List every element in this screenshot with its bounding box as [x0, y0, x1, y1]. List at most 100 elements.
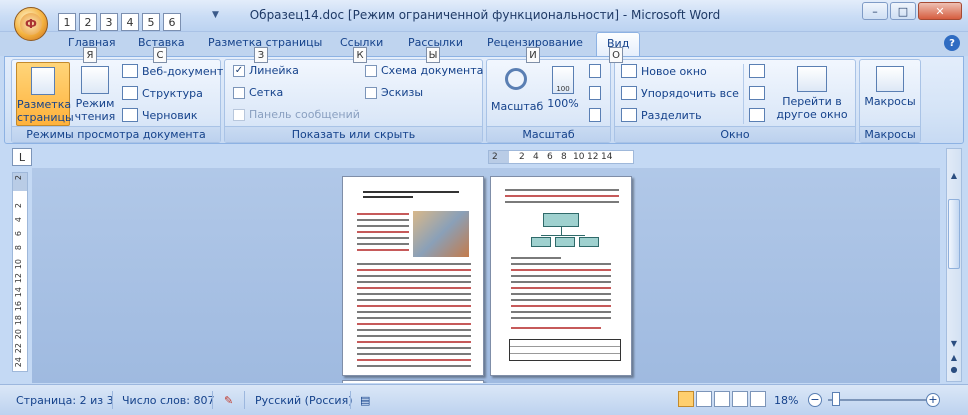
- status-web-icon[interactable]: [714, 391, 730, 407]
- zoom-100-button[interactable]: 100 100%: [543, 62, 583, 126]
- group-macros: Макросы Макросы: [859, 59, 921, 143]
- document-page-2[interactable]: [490, 176, 632, 376]
- hruler-tick: 2: [492, 152, 498, 162]
- vruler-tick: 16: [14, 301, 23, 312]
- scroll-down-icon[interactable]: ▼: [947, 339, 961, 348]
- document-canvas[interactable]: [32, 168, 940, 383]
- horizontal-ruler[interactable]: 2 2 4 6 8 10 12 14: [488, 150, 634, 164]
- tab-selector[interactable]: L: [12, 148, 32, 166]
- page-layout-view-button[interactable]: Разметка страницы: [16, 62, 74, 126]
- hruler-tick: 14: [601, 152, 613, 162]
- doc-map-checkbox[interactable]: Схема документа: [365, 64, 483, 77]
- proofing-error-icon[interactable]: ✎: [224, 394, 233, 407]
- page-text-line: [505, 201, 619, 203]
- zoom-out-icon[interactable]: −: [808, 393, 822, 407]
- qat-keytip-2[interactable]: 2: [79, 13, 97, 31]
- status-draft-icon[interactable]: [750, 391, 766, 407]
- qat-keytip-3[interactable]: 3: [100, 13, 118, 31]
- vertical-ruler[interactable]: 2 2 4 6 8 10 12 14 16 18 20 22 24: [12, 172, 28, 372]
- new-window-button[interactable]: Новое окно: [621, 64, 707, 78]
- browse-object-icon[interactable]: ●: [947, 365, 961, 374]
- vruler-tick: 4: [14, 217, 23, 223]
- zoom-in-icon[interactable]: +: [926, 393, 940, 407]
- reset-window-button[interactable]: [749, 108, 765, 122]
- org-chart-diagram: [541, 235, 585, 236]
- zoom-100-label: 100%: [547, 97, 579, 110]
- maximize-button[interactable]: □: [890, 2, 916, 20]
- zoom-button[interactable]: Масштаб: [491, 62, 543, 126]
- page-text-line: [357, 347, 471, 349]
- group-document-views: Разметка страницы Режим чтения Веб-докум…: [11, 59, 223, 143]
- draft-button[interactable]: Черновик: [122, 108, 198, 122]
- keytip-home: Я: [83, 47, 97, 63]
- status-language[interactable]: Русский (Россия): [255, 394, 353, 407]
- status-page[interactable]: Страница: 2 из 3: [16, 394, 114, 407]
- ruler-checkbox[interactable]: ✓ Линейка: [233, 64, 299, 77]
- macros-button[interactable]: Макросы: [862, 62, 918, 126]
- office-button[interactable]: Ф: [14, 7, 48, 41]
- side-by-side-icon: [749, 64, 765, 78]
- page-width-button[interactable]: [589, 108, 601, 122]
- status-reading-icon[interactable]: [696, 391, 712, 407]
- minimize-button[interactable]: –: [862, 2, 888, 20]
- sync-scroll-icon: [749, 86, 765, 100]
- globe-icon: [122, 64, 138, 78]
- group-label-macros: Макросы: [860, 126, 920, 142]
- vertical-scrollbar[interactable]: ▲ ▼ ▲ ●: [946, 148, 962, 382]
- prev-page-icon[interactable]: ▲: [947, 353, 961, 362]
- qat-keytip-1[interactable]: 1: [58, 13, 76, 31]
- document-page-3[interactable]: [342, 380, 484, 383]
- page-width-icon: [589, 108, 601, 122]
- two-pages-button[interactable]: [589, 86, 601, 100]
- reading-view-button[interactable]: Режим чтения: [72, 62, 118, 126]
- document-page-1[interactable]: [342, 176, 484, 376]
- macro-record-icon[interactable]: ▤: [360, 394, 370, 407]
- split-button[interactable]: Разделить: [621, 108, 702, 122]
- page-text-line: [511, 305, 611, 307]
- hruler-tick: 10: [573, 152, 585, 162]
- one-page-button[interactable]: [589, 64, 601, 78]
- sync-scroll-button[interactable]: [749, 86, 765, 100]
- page-text-line: [511, 311, 611, 313]
- page-text-line: [357, 359, 471, 361]
- page-text-line: [505, 195, 619, 197]
- view-side-by-side-button[interactable]: [749, 64, 765, 78]
- qat-keytip-6[interactable]: 6: [163, 13, 181, 31]
- scrollbar-thumb[interactable]: [948, 199, 960, 269]
- page-text-line: [357, 263, 471, 265]
- ribbon: Разметка страницы Режим чтения Веб-докум…: [4, 56, 964, 144]
- page-text-line: [511, 299, 611, 301]
- page-text-line: [357, 287, 471, 289]
- page-text-line: [357, 323, 471, 325]
- arrange-all-button[interactable]: Упорядочить все: [621, 86, 739, 100]
- page-text-line: [357, 237, 409, 239]
- vruler-tick: 22: [14, 343, 23, 354]
- web-layout-button[interactable]: Веб-документ: [122, 64, 223, 78]
- help-icon[interactable]: ?: [944, 35, 960, 51]
- zoom-slider[interactable]: [828, 399, 926, 401]
- qat-customize-icon[interactable]: ▼: [212, 10, 219, 20]
- macros-icon: [876, 66, 904, 92]
- status-outline-icon[interactable]: [732, 391, 748, 407]
- doc-map-check-box: [365, 64, 377, 77]
- zoom-slider-thumb[interactable]: [832, 392, 840, 406]
- hruler-tick: 4: [533, 152, 539, 162]
- gridlines-checkbox[interactable]: Сетка: [233, 86, 283, 99]
- org-chart-diagram: [579, 237, 599, 247]
- status-word-count[interactable]: Число слов: 807: [122, 394, 215, 407]
- qat-keytip-5[interactable]: 5: [142, 13, 160, 31]
- page-table: [509, 339, 621, 361]
- new-window-label: Новое окно: [641, 64, 707, 78]
- close-button[interactable]: ✕: [918, 2, 962, 20]
- scroll-up-icon[interactable]: ▲: [947, 171, 961, 180]
- page-text-line: [357, 225, 409, 227]
- keytip-references: К: [353, 47, 367, 63]
- outline-button[interactable]: Структура: [122, 86, 203, 100]
- qat-keytip-4[interactable]: 4: [121, 13, 139, 31]
- thumbnails-checkbox[interactable]: Эскизы: [365, 86, 423, 99]
- page-text-line: [511, 257, 561, 259]
- switch-windows-button[interactable]: Перейти в другое окно: [775, 62, 849, 126]
- doc-map-label: Схема документа: [381, 64, 484, 77]
- status-page-layout-icon[interactable]: [678, 391, 694, 407]
- status-zoom-level[interactable]: 18%: [774, 394, 798, 407]
